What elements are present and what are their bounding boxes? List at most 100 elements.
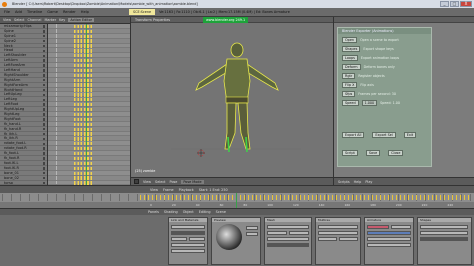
channel-lock-icon[interactable] bbox=[42, 157, 45, 160]
menu-file[interactable]: File bbox=[4, 10, 10, 14]
channel-lock-icon[interactable] bbox=[42, 118, 45, 121]
channel-lock-icon[interactable] bbox=[42, 152, 45, 155]
keyframe-block[interactable] bbox=[74, 83, 94, 87]
timeline-keyframe[interactable] bbox=[404, 195, 406, 200]
timeline-keyframe[interactable] bbox=[200, 195, 202, 200]
script-button[interactable]: Script bbox=[342, 150, 358, 156]
ae-menu-marker[interactable]: Marker bbox=[44, 18, 56, 22]
mode-select[interactable]: Pose Mode bbox=[181, 179, 204, 184]
dialog-close-button[interactable]: Close bbox=[388, 150, 404, 156]
vp-menu-pose[interactable]: Pose bbox=[170, 180, 178, 184]
panel-button[interactable] bbox=[171, 243, 205, 247]
timeline-keyframe[interactable] bbox=[336, 195, 338, 200]
timeline-keyframe[interactable] bbox=[436, 195, 438, 200]
channel-lock-icon[interactable] bbox=[42, 39, 45, 43]
timeline-keyframe[interactable] bbox=[464, 195, 466, 200]
keyframe-block[interactable] bbox=[74, 147, 94, 151]
panel-button[interactable] bbox=[267, 231, 287, 235]
ae-playhead[interactable] bbox=[86, 24, 87, 185]
vp-menu-view[interactable]: View bbox=[143, 180, 151, 184]
close-button[interactable]: X bbox=[460, 1, 472, 7]
timeline-strip[interactable] bbox=[0, 193, 474, 202]
timeline-keyframe[interactable] bbox=[272, 195, 274, 200]
timeline-keyframe[interactable] bbox=[400, 195, 402, 200]
timeline-keyframe[interactable] bbox=[468, 195, 470, 200]
channel-lock-icon[interactable] bbox=[42, 49, 45, 53]
timeline-cursor[interactable] bbox=[236, 193, 237, 208]
panel-button[interactable] bbox=[420, 237, 468, 241]
rgtr-button[interactable]: Rgtr bbox=[342, 73, 356, 79]
panel-button[interactable] bbox=[289, 231, 309, 235]
channel-lock-icon[interactable] bbox=[42, 54, 45, 58]
channel-lock-icon[interactable] bbox=[42, 103, 45, 106]
timeline-keyframe[interactable] bbox=[288, 195, 290, 200]
ae-mode-select[interactable]: Action Editor bbox=[68, 18, 95, 22]
timeline-keyframe[interactable] bbox=[456, 195, 458, 200]
timeline-keyframe[interactable] bbox=[176, 195, 178, 200]
timeline-keyframe[interactable] bbox=[264, 195, 266, 200]
channel-lock-icon[interactable] bbox=[42, 64, 45, 67]
timeline-keyframe[interactable] bbox=[332, 195, 334, 200]
timeline-keyframe[interactable] bbox=[156, 195, 158, 200]
bw-tab-shading[interactable]: Shading bbox=[164, 210, 178, 214]
keyframe-block[interactable] bbox=[74, 34, 94, 38]
timeline-keyframe[interactable] bbox=[280, 195, 282, 200]
panel-button[interactable] bbox=[367, 231, 411, 235]
channel-lock-icon[interactable] bbox=[42, 78, 45, 82]
foot-bone-left[interactable] bbox=[227, 136, 230, 153]
timeline-keyframe[interactable] bbox=[152, 195, 154, 200]
timeline-keyframe[interactable] bbox=[320, 195, 322, 200]
timeline-keyframe[interactable] bbox=[148, 195, 150, 200]
keyframe-block[interactable] bbox=[74, 142, 94, 146]
tl-frame-range[interactable]: Start: 1 End: 250 bbox=[199, 188, 228, 192]
timeline-keyframe[interactable] bbox=[356, 195, 358, 200]
channel-lock-icon[interactable] bbox=[42, 30, 45, 33]
panel-button[interactable] bbox=[171, 225, 205, 229]
timeline-keyframe[interactable] bbox=[312, 195, 314, 200]
channel-lock-icon[interactable] bbox=[42, 113, 45, 116]
bw-tab-object[interactable]: Object bbox=[183, 210, 194, 214]
keyframe-block[interactable] bbox=[74, 156, 94, 161]
save-button[interactable]: Save bbox=[365, 150, 381, 156]
ae-menu-key[interactable]: Key bbox=[59, 18, 65, 22]
panel-button[interactable] bbox=[420, 225, 468, 229]
timeline-keyframe[interactable] bbox=[420, 195, 422, 200]
timeline-keyframe[interactable] bbox=[276, 195, 278, 200]
timeline-keyframe[interactable] bbox=[388, 195, 390, 200]
speed-field[interactable]: 1.000 bbox=[361, 100, 378, 106]
timeline-keyframe[interactable] bbox=[260, 195, 262, 200]
channel-lock-icon[interactable] bbox=[42, 25, 45, 28]
ae-menu-view[interactable]: View bbox=[3, 18, 11, 22]
channel-lock-icon[interactable] bbox=[42, 88, 45, 92]
export-all-button[interactable]: Export All bbox=[342, 132, 365, 138]
keyframe-block[interactable] bbox=[74, 176, 94, 180]
channel-lock-icon[interactable] bbox=[42, 34, 45, 38]
bw-tab-editing[interactable]: Editing bbox=[199, 210, 211, 214]
keyframe-block[interactable] bbox=[74, 137, 94, 141]
ae-menu-select[interactable]: Select bbox=[14, 18, 24, 22]
timeline-keyframe[interactable] bbox=[380, 195, 382, 200]
panel-button[interactable] bbox=[171, 231, 205, 235]
timeline-keyframe[interactable] bbox=[268, 195, 270, 200]
panel-button[interactable] bbox=[267, 237, 309, 241]
timeline-keyframe[interactable] bbox=[304, 195, 306, 200]
deform-button[interactable]: Deform bbox=[342, 64, 361, 70]
channel-lock-icon[interactable] bbox=[42, 162, 45, 165]
open-button[interactable]: Open bbox=[342, 37, 358, 43]
channel-lock-icon[interactable] bbox=[42, 181, 45, 185]
timeline-keyframe[interactable] bbox=[448, 195, 450, 200]
keyframe-block[interactable] bbox=[74, 166, 94, 170]
timeline-keyframe[interactable] bbox=[212, 195, 214, 200]
tl-menu-view[interactable]: View bbox=[150, 188, 158, 192]
panel-button[interactable] bbox=[367, 243, 411, 247]
timeline-keyframe[interactable] bbox=[140, 195, 142, 200]
channel-lock-icon[interactable] bbox=[42, 123, 45, 126]
panel-button[interactable] bbox=[318, 237, 337, 241]
keyframe-block[interactable] bbox=[74, 122, 94, 126]
panel-button[interactable] bbox=[420, 231, 468, 235]
timeline-keyframe[interactable] bbox=[204, 195, 206, 200]
channel-lock-icon[interactable] bbox=[42, 69, 45, 72]
scripts-menu[interactable]: Scripts bbox=[338, 180, 350, 184]
timeline-keyframe[interactable] bbox=[192, 195, 194, 200]
timeline-keyframe[interactable] bbox=[308, 195, 310, 200]
